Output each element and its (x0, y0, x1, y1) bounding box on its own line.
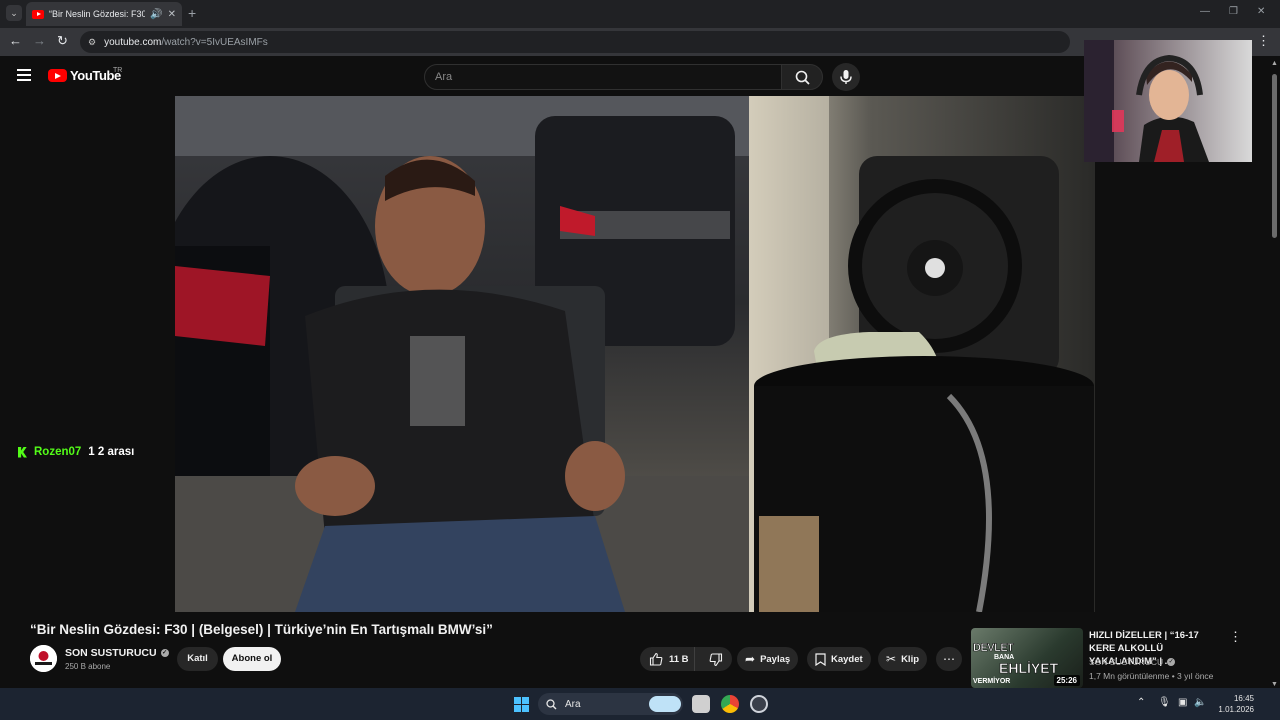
microphone-tray-icon[interactable]: 🎙 (1158, 697, 1171, 708)
search-icon (546, 698, 557, 709)
recommendation-channel[interactable]: SON SUSTURUCU ✓ (1089, 657, 1176, 667)
chrome-icon[interactable] (721, 695, 739, 713)
webcam-overlay (1084, 40, 1252, 162)
scrollbar-thumb[interactable] (1272, 74, 1277, 238)
youtube-logo[interactable]: YouTube (48, 68, 121, 83)
thumbs-down-icon (709, 653, 723, 667)
channel-name[interactable]: SON SUSTURUCU ✓ (65, 647, 169, 659)
join-button[interactable]: Katıl (177, 647, 218, 671)
clip-button[interactable]: ✂ Klip (878, 647, 928, 671)
chat-text: 1 2 arası (88, 446, 135, 458)
channel-logo-icon (30, 645, 57, 672)
task-view-icon[interactable] (692, 695, 710, 713)
voice-search-button[interactable] (832, 63, 860, 91)
subscriber-count: 250 B abone (65, 662, 111, 671)
microphone-icon (840, 70, 852, 84)
chat-username: Rozen07 (34, 446, 82, 458)
new-tab-button[interactable]: + (188, 5, 196, 21)
window-close-icon[interactable]: ✕ (1257, 6, 1265, 17)
video-frame-right (749, 96, 1095, 612)
more-actions-button[interactable]: ⋯ (936, 647, 962, 671)
youtube-favicon-icon (32, 9, 44, 19)
tab-close-icon[interactable]: ✕ (168, 9, 176, 20)
site-info-icon[interactable]: ⚙ (88, 37, 96, 48)
like-button[interactable]: 11 B (640, 647, 696, 671)
obs-icon[interactable] (750, 695, 768, 713)
recommendation-thumbnail[interactable]: DEVLET BANA EHLİYET VERMİYOR 25:26 (971, 628, 1083, 688)
verified-icon: ✓ (160, 649, 169, 657)
weather-widget-icon[interactable] (649, 696, 681, 712)
system-clock[interactable]: 16:45 1.01.2026 (1212, 693, 1254, 715)
browser-menu-icon[interactable]: ⋮ (1257, 33, 1270, 49)
scissors-icon: ✂ (886, 652, 897, 666)
kick-badge-icon (18, 446, 27, 458)
video-scene-left (175, 96, 750, 612)
browser-tab-strip: ⌄ “Bir Neslin Gözdesi: F30 | (B 🔊 ✕ + — … (0, 0, 1280, 28)
reload-icon[interactable]: ↻ (57, 33, 68, 49)
browser-tab-active[interactable]: “Bir Neslin Gözdesi: F30 | (B 🔊 ✕ (26, 2, 182, 26)
region-code: TR (113, 67, 123, 74)
restore-icon[interactable]: ❐ (1229, 6, 1238, 17)
video-frame-left (175, 96, 750, 612)
menu-icon[interactable] (17, 69, 31, 81)
tab-search-icon[interactable]: ⌄ (6, 5, 22, 21)
share-button[interactable]: ➦ Paylaş (737, 647, 799, 671)
more-icon: ⋯ (943, 652, 955, 666)
back-icon[interactable]: ← (9, 33, 22, 48)
youtube-play-icon (48, 69, 67, 82)
bookmark-icon (815, 652, 826, 666)
like-dislike-bar: 11 B (640, 647, 732, 671)
url-text: youtube.com/watch?v=5IvUEAsIMFs (104, 36, 268, 48)
channel-avatar[interactable] (30, 645, 57, 672)
scroll-down-icon[interactable]: ▼ (1271, 681, 1278, 688)
dislike-button[interactable] (700, 648, 732, 670)
search-icon (795, 70, 810, 85)
video-scene-right (749, 96, 1094, 612)
like-count: 11 B (669, 653, 689, 665)
verified-icon: ✓ (1167, 658, 1176, 666)
minimize-icon[interactable]: — (1200, 6, 1210, 17)
speaker-icon[interactable]: 🔊 (150, 9, 162, 20)
windows-start-icon[interactable] (514, 697, 529, 712)
page-scrollbar[interactable]: ▲ ▼ (1270, 60, 1278, 688)
windows-taskbar: Ara ⌃ 🎙 ▣ 🔈 16:45 1.01.2026 (0, 688, 1280, 720)
chat-message: Rozen07 1 2 arası (18, 446, 134, 458)
subscribe-button[interactable]: Abone ol (223, 647, 281, 671)
address-bar[interactable]: ⚙ youtube.com/watch?v=5IvUEAsIMFs (80, 31, 1070, 53)
video-duration: 25:26 (1053, 675, 1080, 686)
recommendation-meta: 1,7 Mn görüntülenme • 3 yıl önce (1089, 671, 1214, 681)
search-input[interactable]: Ara (424, 64, 782, 90)
scroll-up-icon[interactable]: ▲ (1271, 60, 1278, 67)
network-icon[interactable]: ▣ (1178, 697, 1187, 708)
video-player[interactable] (175, 96, 1095, 612)
taskbar-search[interactable]: Ara (538, 693, 683, 715)
recommendation-menu-icon[interactable]: ⋮ (1229, 629, 1242, 645)
video-title: “Bir Neslin Gözdesi: F30 | (Belgesel) | … (30, 622, 493, 637)
tray-chevron-icon[interactable]: ⌃ (1137, 697, 1145, 708)
streamer-image (1084, 40, 1209, 162)
forward-icon[interactable]: → (33, 33, 46, 48)
tab-title: “Bir Neslin Gözdesi: F30 | (B (49, 9, 146, 19)
volume-icon[interactable]: 🔈 (1194, 697, 1206, 708)
share-icon: ➦ (745, 652, 756, 666)
thumbs-up-icon (649, 652, 663, 666)
search-button[interactable] (781, 64, 823, 90)
screen: ⌄ “Bir Neslin Gözdesi: F30 | (B 🔊 ✕ + — … (0, 0, 1280, 720)
save-button[interactable]: Kaydet (807, 647, 871, 671)
